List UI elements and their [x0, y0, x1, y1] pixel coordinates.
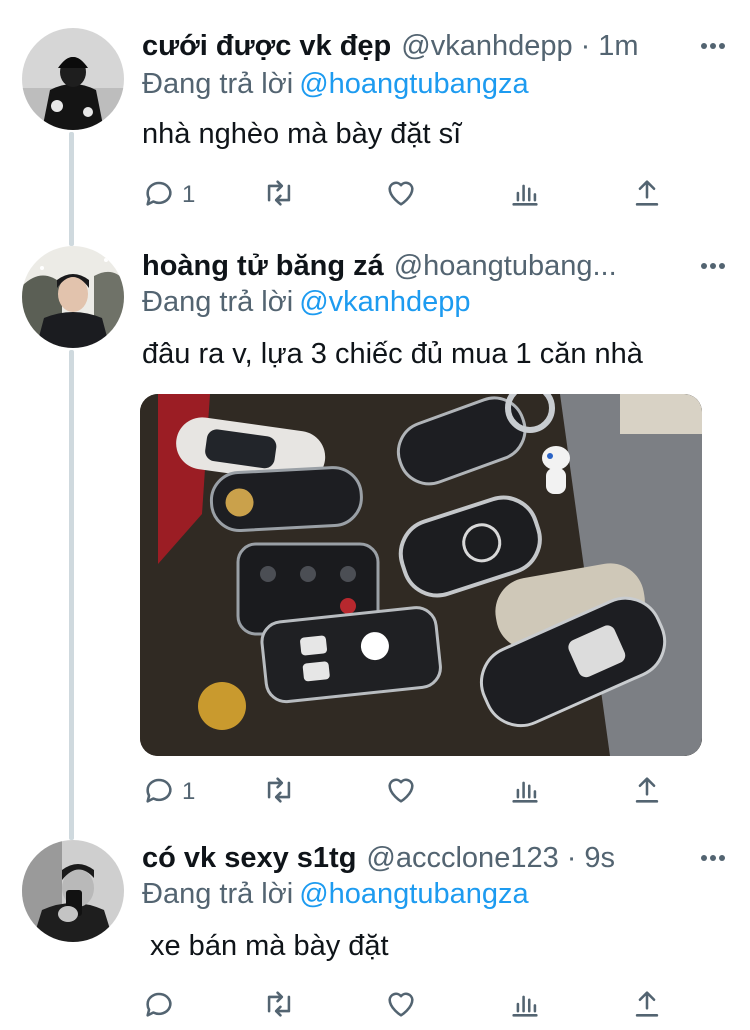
separator: ·: [580, 29, 591, 62]
user-handle[interactable]: @accclone123: [366, 842, 558, 875]
retweet-icon: [262, 987, 296, 1026]
retweet-button[interactable]: [262, 986, 302, 1026]
tweet-text: nhà nghèo mà bày đặt sĩ: [142, 118, 462, 150]
share-icon: [630, 176, 664, 215]
like-icon: [384, 987, 418, 1026]
replying-to: Đang trả lời @hoangtubangza: [142, 68, 529, 101]
more-icon[interactable]: [686, 838, 726, 878]
share-button[interactable]: [630, 175, 664, 215]
avatar[interactable]: [22, 246, 124, 348]
reply-icon: [142, 176, 176, 215]
share-button[interactable]: [630, 986, 664, 1026]
reply-button[interactable]: [142, 986, 182, 1026]
action-bar: 1: [142, 175, 682, 215]
timestamp[interactable]: 1m: [598, 30, 638, 63]
replying-to-label: Đang trả lời: [142, 286, 294, 318]
like-button[interactable]: [384, 175, 424, 215]
share-icon: [630, 773, 664, 812]
separator: ·: [566, 841, 577, 874]
share-button[interactable]: [630, 772, 664, 812]
tweet-header: hoàng tử băng zá @hoangtubang...: [142, 246, 726, 286]
reply-mention-link[interactable]: @hoangtubangza: [299, 68, 528, 100]
timestamp[interactable]: 9s: [584, 842, 615, 875]
more-icon[interactable]: [686, 246, 726, 286]
reply-mention-link[interactable]: @hoangtubangza: [299, 878, 528, 910]
tweet[interactable]: hoàng tử băng zá @hoangtubang... Đang tr…: [0, 240, 750, 820]
more-icon[interactable]: [686, 26, 726, 66]
replying-to: Đang trả lời @hoangtubangza: [142, 878, 529, 911]
reply-button[interactable]: 1: [142, 772, 195, 812]
reply-button[interactable]: 1: [142, 175, 195, 215]
reply-icon: [142, 773, 176, 812]
reply-count: 1: [182, 181, 196, 208]
analytics-button[interactable]: [508, 986, 542, 1026]
action-bar: 1: [142, 772, 682, 812]
tweet-header: có vk sexy s1tg @accclone123 · 9s: [142, 838, 726, 878]
retweet-icon: [262, 773, 296, 812]
like-button[interactable]: [384, 772, 424, 812]
user-handle[interactable]: @vkanhdepp: [401, 30, 572, 63]
retweet-button[interactable]: [262, 772, 302, 812]
reply-count: 1: [182, 778, 196, 805]
replying-to-label: Đang trả lời: [142, 68, 294, 100]
analytics-icon: [508, 176, 542, 215]
analytics-button[interactable]: [508, 175, 542, 215]
tweet[interactable]: có vk sexy s1tg @accclone123 · 9s Đang t…: [0, 820, 750, 1030]
like-icon: [384, 176, 418, 215]
display-name[interactable]: cưới được vk đẹp: [142, 30, 391, 63]
tweet[interactable]: cưới được vk đẹp @vkanhdepp · 1m Đang tr…: [0, 0, 750, 240]
replying-to-label: Đang trả lời: [142, 878, 294, 910]
like-button[interactable]: [384, 986, 424, 1026]
like-icon: [384, 773, 418, 812]
retweet-button[interactable]: [262, 175, 302, 215]
share-icon: [630, 987, 664, 1026]
tweet-text: xe bán mà bày đặt: [150, 930, 389, 962]
user-handle[interactable]: @hoangtubang...: [394, 250, 617, 283]
display-name[interactable]: có vk sexy s1tg: [142, 842, 356, 875]
analytics-icon: [508, 987, 542, 1026]
retweet-icon: [262, 176, 296, 215]
reply-mention-link[interactable]: @vkanhdepp: [299, 286, 470, 318]
avatar[interactable]: [22, 28, 124, 130]
display-name[interactable]: hoàng tử băng zá: [142, 250, 384, 283]
reply-icon: [142, 987, 176, 1026]
action-bar: [142, 986, 682, 1026]
analytics-button[interactable]: [508, 772, 542, 812]
tweet-photo[interactable]: [140, 394, 702, 756]
tweet-header: cưới được vk đẹp @vkanhdepp · 1m: [142, 26, 726, 66]
tweet-text: đâu ra v, lựa 3 chiếc đủ mua 1 căn nhà: [142, 338, 643, 370]
avatar[interactable]: [22, 840, 124, 942]
analytics-icon: [508, 773, 542, 812]
replying-to: Đang trả lời @vkanhdepp: [142, 286, 471, 319]
